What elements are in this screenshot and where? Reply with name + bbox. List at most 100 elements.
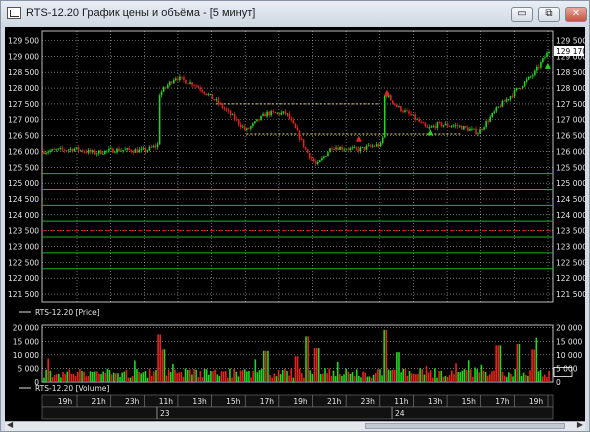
price-candle: [377, 144, 380, 147]
price-tick-label-right: 123 500: [556, 227, 585, 236]
price-candle: [296, 127, 299, 131]
volume-bar: [127, 377, 130, 382]
price-candle: [197, 85, 199, 88]
price-candle: [130, 149, 133, 152]
volume-bar: [163, 349, 166, 382]
volume-bar: [243, 369, 246, 382]
price-candle: [440, 122, 443, 127]
volume-bar: [195, 369, 197, 382]
price-candle: [237, 119, 240, 125]
volume-bar: [62, 371, 64, 382]
volume-bar: [457, 372, 459, 382]
price-candle: [517, 88, 520, 90]
price-candle: [349, 148, 352, 150]
volume-bar: [43, 377, 45, 382]
price-candle: [390, 95, 392, 101]
price-candle: [428, 127, 431, 129]
price-candle: [189, 82, 191, 84]
price-tick-label-right: 125 500: [556, 163, 585, 172]
hour-tick-label: 11h: [159, 397, 174, 406]
price-panel[interactable]: 129 500 129 500129 000 129 000128 500 128 5…: [8, 30, 587, 317]
volume-bar: [417, 373, 419, 382]
volume-bar: [317, 348, 320, 382]
price-candle: [51, 149, 53, 151]
price-candle: [183, 77, 185, 80]
price-candle: [430, 126, 433, 128]
volume-bar: [123, 371, 126, 382]
volume-bar: [115, 373, 117, 382]
price-candle: [381, 137, 384, 143]
scroll-right-icon[interactable]: ▶: [577, 420, 583, 429]
price-candle: [448, 126, 451, 128]
price-candle: [337, 147, 339, 150]
title-bar[interactable]: RTS-12.20 График цены и объёма - [5 мину…: [1, 1, 589, 27]
volume-bar: [290, 368, 293, 382]
volume-bar: [281, 369, 284, 382]
price-candle: [452, 125, 455, 127]
volume-bar: [533, 349, 536, 382]
price-candle: [106, 150, 108, 152]
minimize-button[interactable]: ▭: [511, 7, 533, 22]
price-candle: [81, 150, 84, 152]
volume-bar: [45, 369, 47, 382]
volume-bar: [377, 369, 379, 382]
price-candle: [246, 128, 248, 130]
price-tick-label-left: 128 500: [8, 68, 39, 77]
volume-bar: [423, 374, 426, 382]
price-candle: [209, 93, 212, 95]
price-candle: [501, 100, 504, 107]
scroll-thumb[interactable]: [365, 423, 565, 429]
volume-bar: [256, 372, 259, 382]
price-candle: [325, 156, 327, 157]
price-candle: [442, 125, 445, 127]
restore-button[interactable]: ⧉: [538, 7, 560, 22]
volume-bar: [438, 371, 440, 382]
price-candle: [144, 148, 147, 152]
horizontal-scrollbar[interactable]: ◀ ▶: [5, 420, 585, 431]
volume-bar: [311, 373, 314, 382]
hour-tick-label: 21h: [327, 397, 342, 406]
price-volume-chart[interactable]: 129 500 129 500129 000 129 000128 500 128 5…: [5, 27, 587, 421]
volume-bar: [117, 373, 119, 382]
price-candle: [252, 123, 254, 127]
hour-tick-label: 11h: [394, 397, 409, 406]
volume-bar: [121, 372, 123, 382]
volume-bar: [472, 376, 474, 382]
volume-bar: [374, 373, 377, 382]
volume-bar: [239, 370, 242, 382]
volume-panel[interactable]: 20 000 20 000 15 000 15 000 10 000 10 000 5 00…: [13, 324, 583, 393]
price-candle: [168, 81, 171, 86]
price-candle: [294, 123, 297, 128]
price-candle: [179, 76, 181, 81]
volume-bar: [233, 368, 235, 382]
hour-tick-label: 21h: [91, 397, 106, 406]
volume-bar: [269, 374, 271, 382]
price-candle: [112, 148, 114, 153]
hour-tick-label: 13h: [192, 397, 207, 406]
price-candle: [312, 158, 315, 162]
volume-bar: [370, 377, 373, 382]
price-candle: [398, 106, 400, 108]
volume-bar: [402, 368, 405, 382]
price-candle: [426, 125, 429, 128]
price-candle: [55, 149, 57, 151]
scroll-left-icon[interactable]: ◀: [7, 420, 13, 429]
price-candle: [288, 113, 291, 119]
volume-bar: [410, 373, 413, 382]
close-button[interactable]: ✕: [565, 7, 587, 22]
price-candle: [243, 126, 246, 130]
trade-marker-icon: [427, 129, 434, 136]
price-tick-label-left: 129 500: [8, 37, 39, 46]
volume-bar: [134, 360, 136, 382]
hour-tick-label: 23h: [361, 397, 376, 406]
volume-bar: [148, 368, 151, 382]
price-candle: [205, 93, 208, 95]
volume-bar: [119, 376, 121, 382]
volume-bar: [451, 370, 453, 382]
day-tick-label: 23: [160, 409, 170, 418]
price-candle: [323, 156, 325, 159]
price-candle: [475, 128, 477, 135]
price-tick-label-right: 124 000: [556, 211, 585, 220]
price-candle: [227, 110, 230, 111]
price-candle: [57, 148, 59, 150]
